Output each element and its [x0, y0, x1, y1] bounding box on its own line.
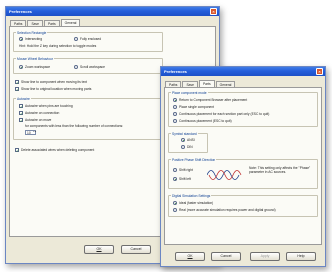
ok-button[interactable]: OK	[84, 245, 114, 254]
ok-button[interactable]: OK	[175, 252, 205, 261]
mouse-wheel-group: Mouse Wheel Behaviour Zoom workspace Scr…	[13, 56, 163, 74]
group-title: Symbol standard	[171, 131, 198, 136]
return-browser-radio[interactable]: Return to Component Browser after placem…	[173, 98, 247, 102]
group-title: Place component mode	[171, 90, 208, 95]
ideal-radio[interactable]: Ideal (faster simulation)	[173, 201, 213, 205]
help-button[interactable]: Help	[286, 252, 316, 261]
selection-hint: Hint: Hold the Z key during selection to…	[19, 44, 97, 48]
title-bar[interactable]: Preferences ×	[161, 67, 325, 76]
title-bar[interactable]: Preferences ×	[6, 7, 219, 16]
selection-rectangle-group: Selection Rectangle Intersecting Fully e…	[13, 30, 163, 52]
group-title: Digital Simulation Settings	[171, 193, 212, 198]
tab-general[interactable]: General	[60, 19, 81, 26]
phase-shift-group: Positive Phase Shift Direction Shift rig…	[168, 157, 318, 189]
close-icon[interactable]: ×	[210, 8, 217, 15]
group-title: Positive Phase Shift Direction	[171, 157, 217, 162]
place-single-radio[interactable]: Place single component	[173, 105, 214, 109]
intersecting-radio[interactable]: Intersecting	[19, 37, 42, 41]
scroll-workspace-radio[interactable]: Scroll workspace	[74, 65, 105, 69]
symbol-standard-group: Symbol standard ANSI DIN	[168, 131, 208, 153]
cancel-button[interactable]: Cancel	[211, 252, 241, 261]
continuous-esc-radio[interactable]: Continuous placement (ESC to quit)	[173, 119, 232, 123]
connections-spinner[interactable]: 10	[22, 130, 36, 135]
continuous-each-radio[interactable]: Continuous placement for each section pa…	[173, 112, 269, 116]
place-component-group: Place component mode Return to Component…	[168, 90, 318, 127]
window-title: Preferences	[164, 69, 187, 74]
apply-button[interactable]: Apply	[250, 252, 280, 261]
waveform-icon	[207, 170, 242, 180]
autowire-touching-checkbox[interactable]: ✓ Autowire when pins are touching	[19, 104, 73, 109]
group-title: Mouse Wheel Behaviour	[16, 56, 54, 61]
digital-simulation-group: Digital Simulation Settings Ideal (faste…	[168, 193, 318, 217]
group-title: Autowire	[16, 96, 31, 101]
autowire-connection-checkbox[interactable]: ✓ Autowire on connection	[19, 111, 59, 116]
show-line-original-checkbox[interactable]: ✓ Show line to original location when mov…	[15, 87, 91, 92]
cancel-button[interactable]: Cancel	[121, 245, 151, 254]
fully-enclosed-radio[interactable]: Fully enclosed	[74, 37, 101, 41]
close-icon[interactable]: ×	[316, 68, 323, 75]
show-line-moving-checkbox[interactable]: ✓ Show line to component when moving its …	[15, 80, 87, 85]
tab-parts[interactable]: Parts	[198, 80, 215, 87]
window-title: Preferences	[9, 9, 32, 14]
components-text: for components with less than the follow…	[25, 124, 124, 128]
ansi-radio[interactable]: ANSI	[181, 138, 195, 142]
shift-left-radio[interactable]: Shift left	[173, 177, 191, 181]
phase-note: Note: This setting only affects the "Pha…	[249, 166, 311, 174]
tab-panel: Place component mode Return to Component…	[164, 87, 322, 245]
delete-wires-checkbox[interactable]: ✓ Delete associated wires when deleting c…	[15, 148, 94, 153]
autowire-group: Autowire ✓ Autowire when pins are touchin…	[13, 96, 163, 140]
din-radio[interactable]: DIN	[181, 145, 193, 149]
autowire-move-checkbox[interactable]: ✓ Autowire on move	[19, 118, 51, 123]
preferences-window-front: Preferences × Paths Save Parts General P…	[160, 66, 326, 267]
group-title: Selection Rectangle	[16, 30, 48, 35]
real-radio[interactable]: Real (more accurate simulation requires …	[173, 208, 276, 212]
zoom-workspace-radio[interactable]: Zoom workspace	[19, 65, 50, 69]
shift-right-radio[interactable]: Shift right	[173, 168, 193, 172]
